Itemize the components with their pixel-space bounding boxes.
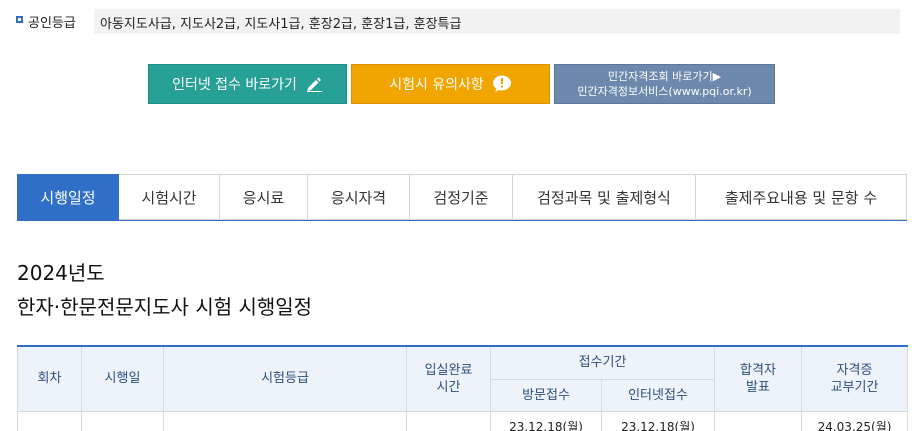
cell-online: 23.12.18(월) [601,410,715,431]
header-pass-line2: 발표 [746,379,770,395]
cell-date [81,410,164,431]
header-visit: 방문접수 [490,378,602,412]
header-grade: 시험등급 [163,345,407,412]
header-period: 접수기간 [490,345,715,380]
grade-value: 아동지도사급, 지도사2급, 지도사1급, 훈장2급, 훈장1급, 훈장특급 [94,9,900,34]
header-cert-line1: 자격증 [836,362,873,378]
tab-fee[interactable]: 응시료 [220,174,308,220]
tab-exam-time[interactable]: 시험시간 [119,174,220,220]
schedule-table: 회차 시행일 시험등급 입실완료 시간 접수기간 합격자 발표 자격증 교부기간… [17,345,908,431]
cell-pass [714,410,802,431]
header-round: 회차 [17,345,82,412]
header-date: 시행일 [81,345,164,412]
header-cert: 자격증 교부기간 [801,345,908,412]
private-cert-line2: 민간자격정보서비스(www.pqi.or.kr) [577,85,752,98]
header-entry-time: 입실완료 시간 [406,345,491,412]
header-pass-line1: 합격자 [740,362,776,378]
tab-bar: 시행일정 시험시간 응시료 응시자격 검정기준 검정과목 및 출제형식 출제주요… [17,174,907,221]
cell-visit: 23.12.18(월) [490,410,602,431]
tab-schedule[interactable]: 시행일정 [17,174,119,220]
private-cert-lookup-button[interactable]: 민간자격조회 바로가기▶ 민간자격정보서비스(www.pqi.or.kr) [554,64,775,104]
tab-criteria[interactable]: 검정기준 [410,174,513,220]
pencil-icon [305,76,323,92]
header-online: 인터넷접수 [601,378,715,412]
header-cert-line2: 교부기간 [830,379,879,395]
grade-label: 공인등급 [28,16,76,31]
cell-cert: 24.03.25(월) [801,410,908,431]
header-pass: 합격자 발표 [714,345,802,412]
schedule-year: 2024년도 [17,261,105,285]
exam-notice-button[interactable]: 시험시 유의사항 [351,64,550,104]
cell-round [17,410,82,431]
cell-entry [406,410,491,431]
table-row: 23.12.18(월) 23.12.18(월) 24.03.25(월) [17,410,908,431]
grade-row: 공인등급 아동지도사급, 지도사2급, 지도사1급, 훈장2급, 훈장1급, 훈… [0,9,924,35]
tab-subjects[interactable]: 검정과목 및 출제형식 [513,174,696,220]
private-cert-line1: 민간자격조회 바로가기▶ [607,70,722,83]
cell-grade [163,410,407,431]
exam-notice-label: 시험시 유의사항 [389,77,484,93]
internet-apply-button[interactable]: 인터넷 접수 바로가기 [148,64,347,104]
page-title: 한자·한문전문지도사 시험 시행일정 [17,295,313,319]
tab-contents[interactable]: 출제주요내용 및 문항 수 [696,174,907,220]
tab-qualification[interactable]: 응시자격 [308,174,410,220]
square-bullet-icon [16,16,23,23]
internet-apply-label: 인터넷 접수 바로가기 [172,77,297,93]
exclamation-bubble-icon [492,75,512,93]
